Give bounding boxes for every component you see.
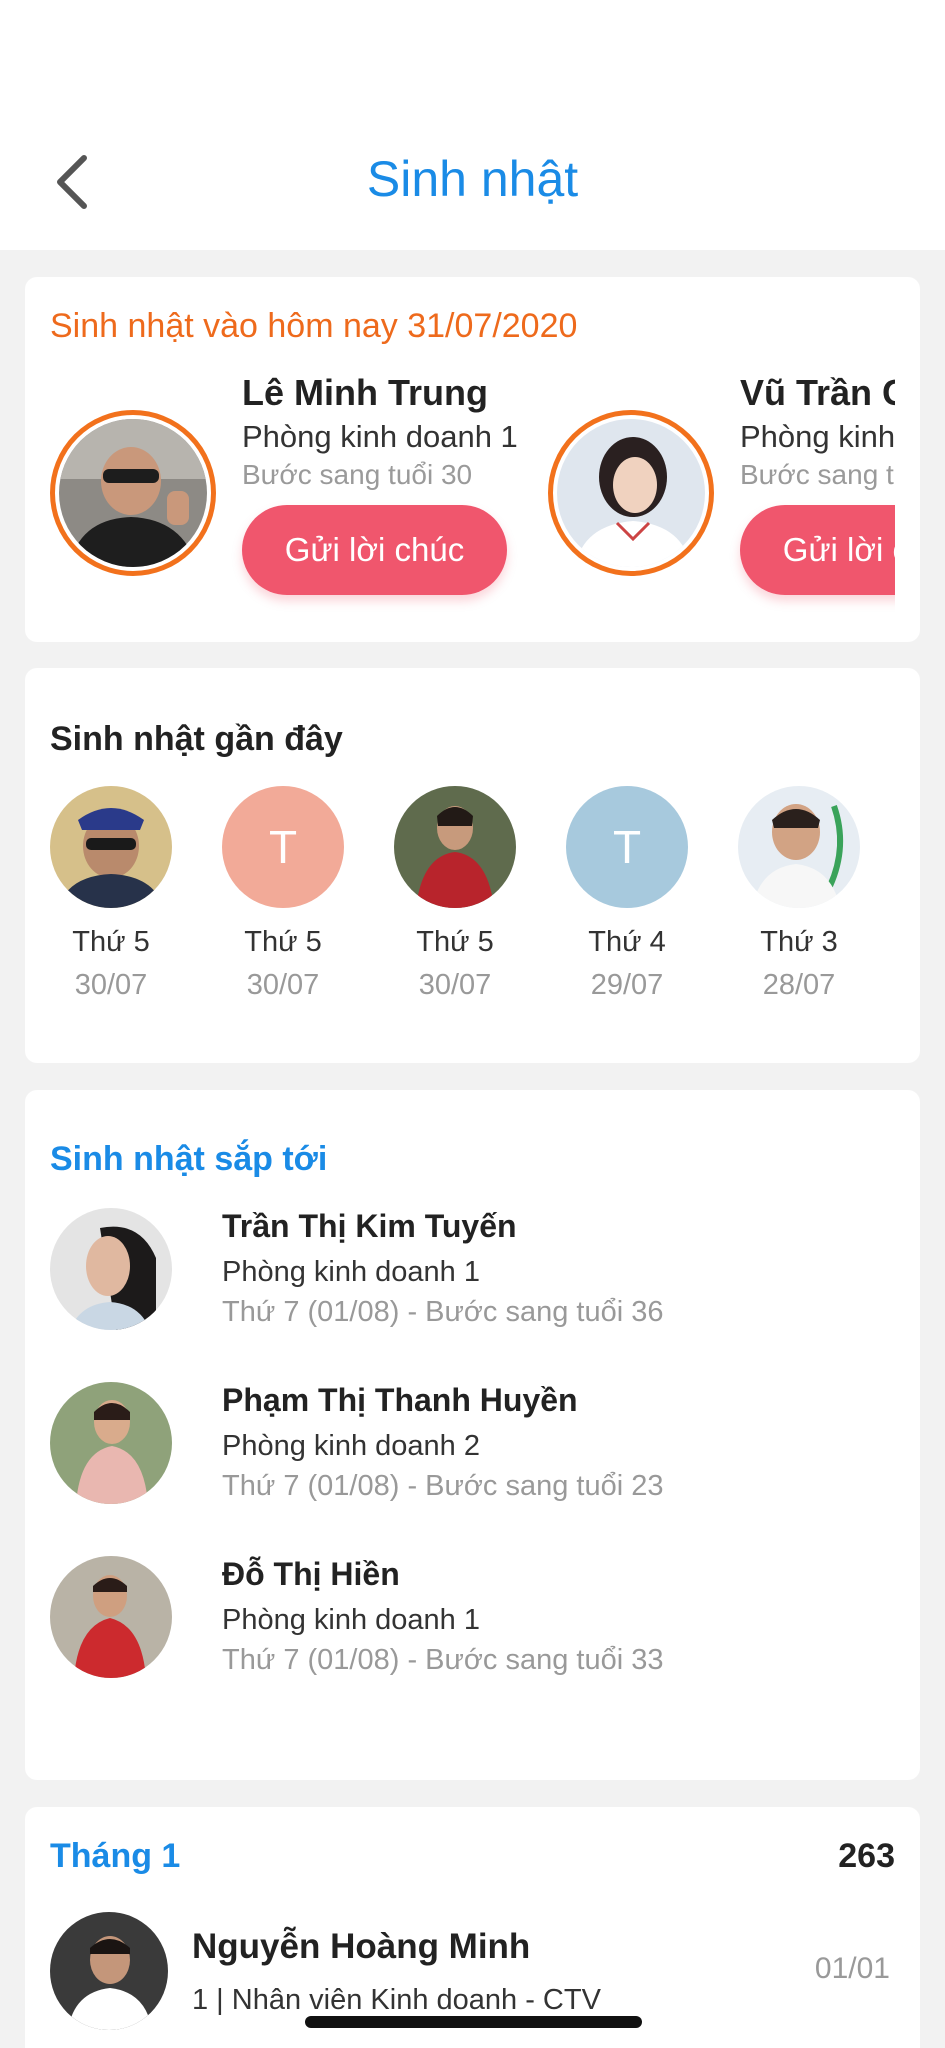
person-name: Nguyễn Hoàng Minh bbox=[192, 1927, 531, 1966]
recent-day: Thứ 5 bbox=[244, 926, 322, 958]
recent-date: 30/07 bbox=[418, 969, 492, 1001]
birthday-info: Thứ 7 (01/08) - Bước sang tuổi 33 bbox=[222, 1644, 664, 1676]
recent-date: 30/07 bbox=[246, 969, 320, 1001]
avatar[interactable] bbox=[50, 410, 216, 576]
today-birthday-carousel[interactable]: Lê Minh Trung Phòng kinh doanh 1 Bước sa… bbox=[25, 367, 895, 637]
recent-day: Thứ 5 bbox=[416, 926, 494, 958]
month-count: 263 bbox=[838, 1837, 895, 1875]
recent-birthday-title: Sinh nhật gần đây bbox=[50, 720, 343, 758]
upcoming-birthday-card: Sinh nhật sắp tới Trần Thị Kim Tuyến Phò… bbox=[25, 1090, 920, 1780]
person-department: Phòng kinh doanh 1 bbox=[222, 1256, 480, 1288]
list-item[interactable]: Thứ 3 28/07 bbox=[738, 786, 860, 1002]
avatar[interactable] bbox=[738, 786, 860, 908]
avatar[interactable] bbox=[50, 1208, 172, 1330]
send-wish-button[interactable]: Gửi lời chúc bbox=[740, 505, 895, 595]
list-item[interactable]: T Thứ 4 29/07 bbox=[566, 786, 688, 1002]
avatar[interactable] bbox=[50, 786, 172, 908]
avatar[interactable]: T bbox=[566, 786, 688, 908]
person-name: Đỗ Thị Hiền bbox=[222, 1556, 400, 1592]
recent-date: 30/07 bbox=[74, 969, 148, 1001]
today-person-card[interactable]: Vũ Trần Giang Phòng kinh doanh 1 Bước sa… bbox=[523, 367, 895, 637]
list-item[interactable]: Đỗ Thị Hiền Phòng kinh doanh 1 Thứ 7 (01… bbox=[50, 1556, 900, 1686]
birthday-info: Thứ 7 (01/08) - Bước sang tuổi 36 bbox=[222, 1296, 664, 1328]
avatar-initial: T bbox=[612, 821, 642, 873]
recent-day: Thứ 5 bbox=[72, 926, 150, 958]
birthday-info: Thứ 7 (01/08) - Bước sang tuổi 23 bbox=[222, 1470, 664, 1502]
home-indicator bbox=[305, 2016, 642, 2028]
page-title: Sinh nhật bbox=[366, 151, 579, 207]
list-item[interactable]: T Thứ 5 30/07 bbox=[222, 786, 344, 1002]
upcoming-birthday-title: Sinh nhật sắp tới bbox=[50, 1140, 328, 1178]
person-name: Vũ Trần Giang bbox=[740, 372, 895, 413]
person-name: Trần Thị Kim Tuyến bbox=[222, 1208, 517, 1244]
avatar[interactable]: T bbox=[222, 786, 344, 908]
birthday-date: 01/01 bbox=[814, 1952, 890, 1985]
app-header: Sinh nhật bbox=[0, 0, 945, 250]
list-item[interactable]: Thứ 5 30/07 bbox=[394, 786, 516, 1002]
today-birthday-card: Sinh nhật vào hôm nay 31/07/2020 Lê Minh… bbox=[25, 277, 920, 642]
avatar[interactable] bbox=[50, 1382, 172, 1504]
list-item[interactable]: Thứ 5 30/07 bbox=[50, 786, 172, 1002]
recent-day: Thứ 3 bbox=[760, 926, 838, 958]
recent-date: 29/07 bbox=[590, 969, 664, 1001]
person-subtitle: 1 | Nhân viên Kinh doanh - CTV bbox=[192, 1984, 601, 2016]
avatar-initial: T bbox=[268, 821, 298, 873]
person-department: Phòng kinh doanh 2 bbox=[222, 1430, 480, 1462]
person-age: Bước sang tuổi 25 bbox=[740, 459, 895, 490]
recent-date: 28/07 bbox=[762, 969, 836, 1001]
person-name: Lê Minh Trung bbox=[242, 372, 488, 413]
month-label: Tháng 1 bbox=[50, 1837, 181, 1875]
person-department: Phòng kinh doanh 1 bbox=[242, 419, 518, 454]
recent-day: Thứ 4 bbox=[588, 926, 666, 958]
recent-birthday-card: Sinh nhật gần đây Thứ 5 30/07 T Thứ 5 30… bbox=[25, 668, 920, 1063]
today-birthday-title: Sinh nhật vào hôm nay 31/07/2020 bbox=[50, 307, 578, 345]
avatar[interactable] bbox=[548, 410, 714, 576]
avatar[interactable] bbox=[50, 1912, 168, 2030]
person-department: Phòng kinh doanh 1 bbox=[740, 419, 895, 454]
person-name: Phạm Thị Thanh Huyền bbox=[222, 1382, 578, 1418]
person-age: Bước sang tuổi 30 bbox=[242, 459, 473, 490]
recent-birthday-list: Thứ 5 30/07 T Thứ 5 30/07 Thứ 5 30/07 T … bbox=[50, 786, 860, 1002]
avatar[interactable] bbox=[394, 786, 516, 908]
avatar[interactable] bbox=[50, 1556, 172, 1678]
person-department: Phòng kinh doanh 1 bbox=[222, 1604, 480, 1636]
list-item[interactable]: Phạm Thị Thanh Huyền Phòng kinh doanh 2 … bbox=[50, 1382, 900, 1512]
send-wish-button[interactable]: Gửi lời chúc bbox=[242, 505, 507, 595]
month-birthday-card: Tháng 1 263 Nguyễn Hoàng Minh 1 | Nhân v… bbox=[25, 1807, 920, 2048]
today-person-card[interactable]: Lê Minh Trung Phòng kinh doanh 1 Bước sa… bbox=[25, 367, 525, 637]
list-item[interactable]: Trần Thị Kim Tuyến Phòng kinh doanh 1 Th… bbox=[50, 1208, 900, 1338]
